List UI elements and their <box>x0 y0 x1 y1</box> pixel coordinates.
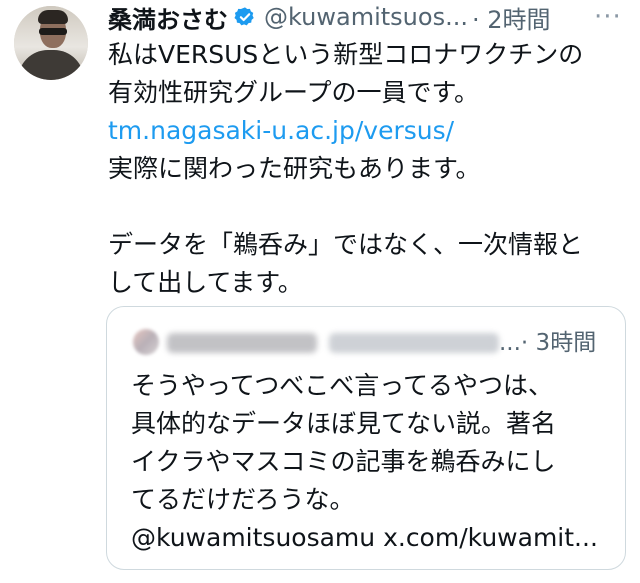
author-name[interactable]: 桑満おさむ <box>108 0 228 35</box>
tweet-timestamp[interactable]: · 2時間 <box>472 0 551 35</box>
tweet-line: データを「鵜呑み」ではなく、一次情報と <box>108 230 584 259</box>
quoted-tweet-card[interactable]: ...· 3時間 そうやってつべこべ言ってるやつは、 具体的なデータほぼ見てない… <box>106 306 626 570</box>
quoted-mention-link-line[interactable]: @kuwamitsuosamu x.com/kuwamit... <box>131 519 611 557</box>
quoted-line: イクラやマスコミの記事を鵜呑みにし <box>131 447 556 476</box>
author-handle[interactable]: @kuwamitsuos... <box>264 3 468 31</box>
tweet-line: して出してます。 <box>108 268 303 297</box>
quoted-author-avatar[interactable] <box>133 329 159 355</box>
tweet-link[interactable]: tm.nagasaki-u.ac.jp/versus/ <box>108 112 624 150</box>
tweet-header: 桑満おさむ @kuwamitsuos... · 2時間 <box>108 0 550 34</box>
tweet-line: 有効性研究グループの一員です。 <box>108 78 480 107</box>
quoted-tweet-body: そうやってつべこべ言ってるやつは、 具体的なデータほぼ見てない説。著名 イクラや… <box>131 367 611 557</box>
verified-badge-icon <box>234 7 254 26</box>
quoted-line: そうやってつべこべ言ってるやつは、 <box>131 371 554 400</box>
avatar-hair <box>38 10 68 24</box>
quoted-line: 具体的なデータほぼ見てない説。著名 <box>131 409 557 438</box>
quoted-author-handle-blurred <box>329 333 499 353</box>
avatar-glasses <box>39 28 67 35</box>
quoted-author-name-blurred <box>167 333 317 353</box>
tweet-body: 私はVERSUSという新型コロナワクチンの 有効性研究グループの一員です。 tm… <box>108 36 624 302</box>
tweet-line: 私はVERSUSという新型コロナワクチンの <box>108 40 584 69</box>
quoted-line: てるだけだろうな。 <box>131 485 355 514</box>
more-options-icon[interactable]: ··· <box>594 2 622 32</box>
quoted-timestamp[interactable]: ...· 3時間 <box>499 323 596 357</box>
author-avatar[interactable] <box>14 6 88 80</box>
tweet-line: 実際に関わった研究もあります。 <box>108 154 481 183</box>
